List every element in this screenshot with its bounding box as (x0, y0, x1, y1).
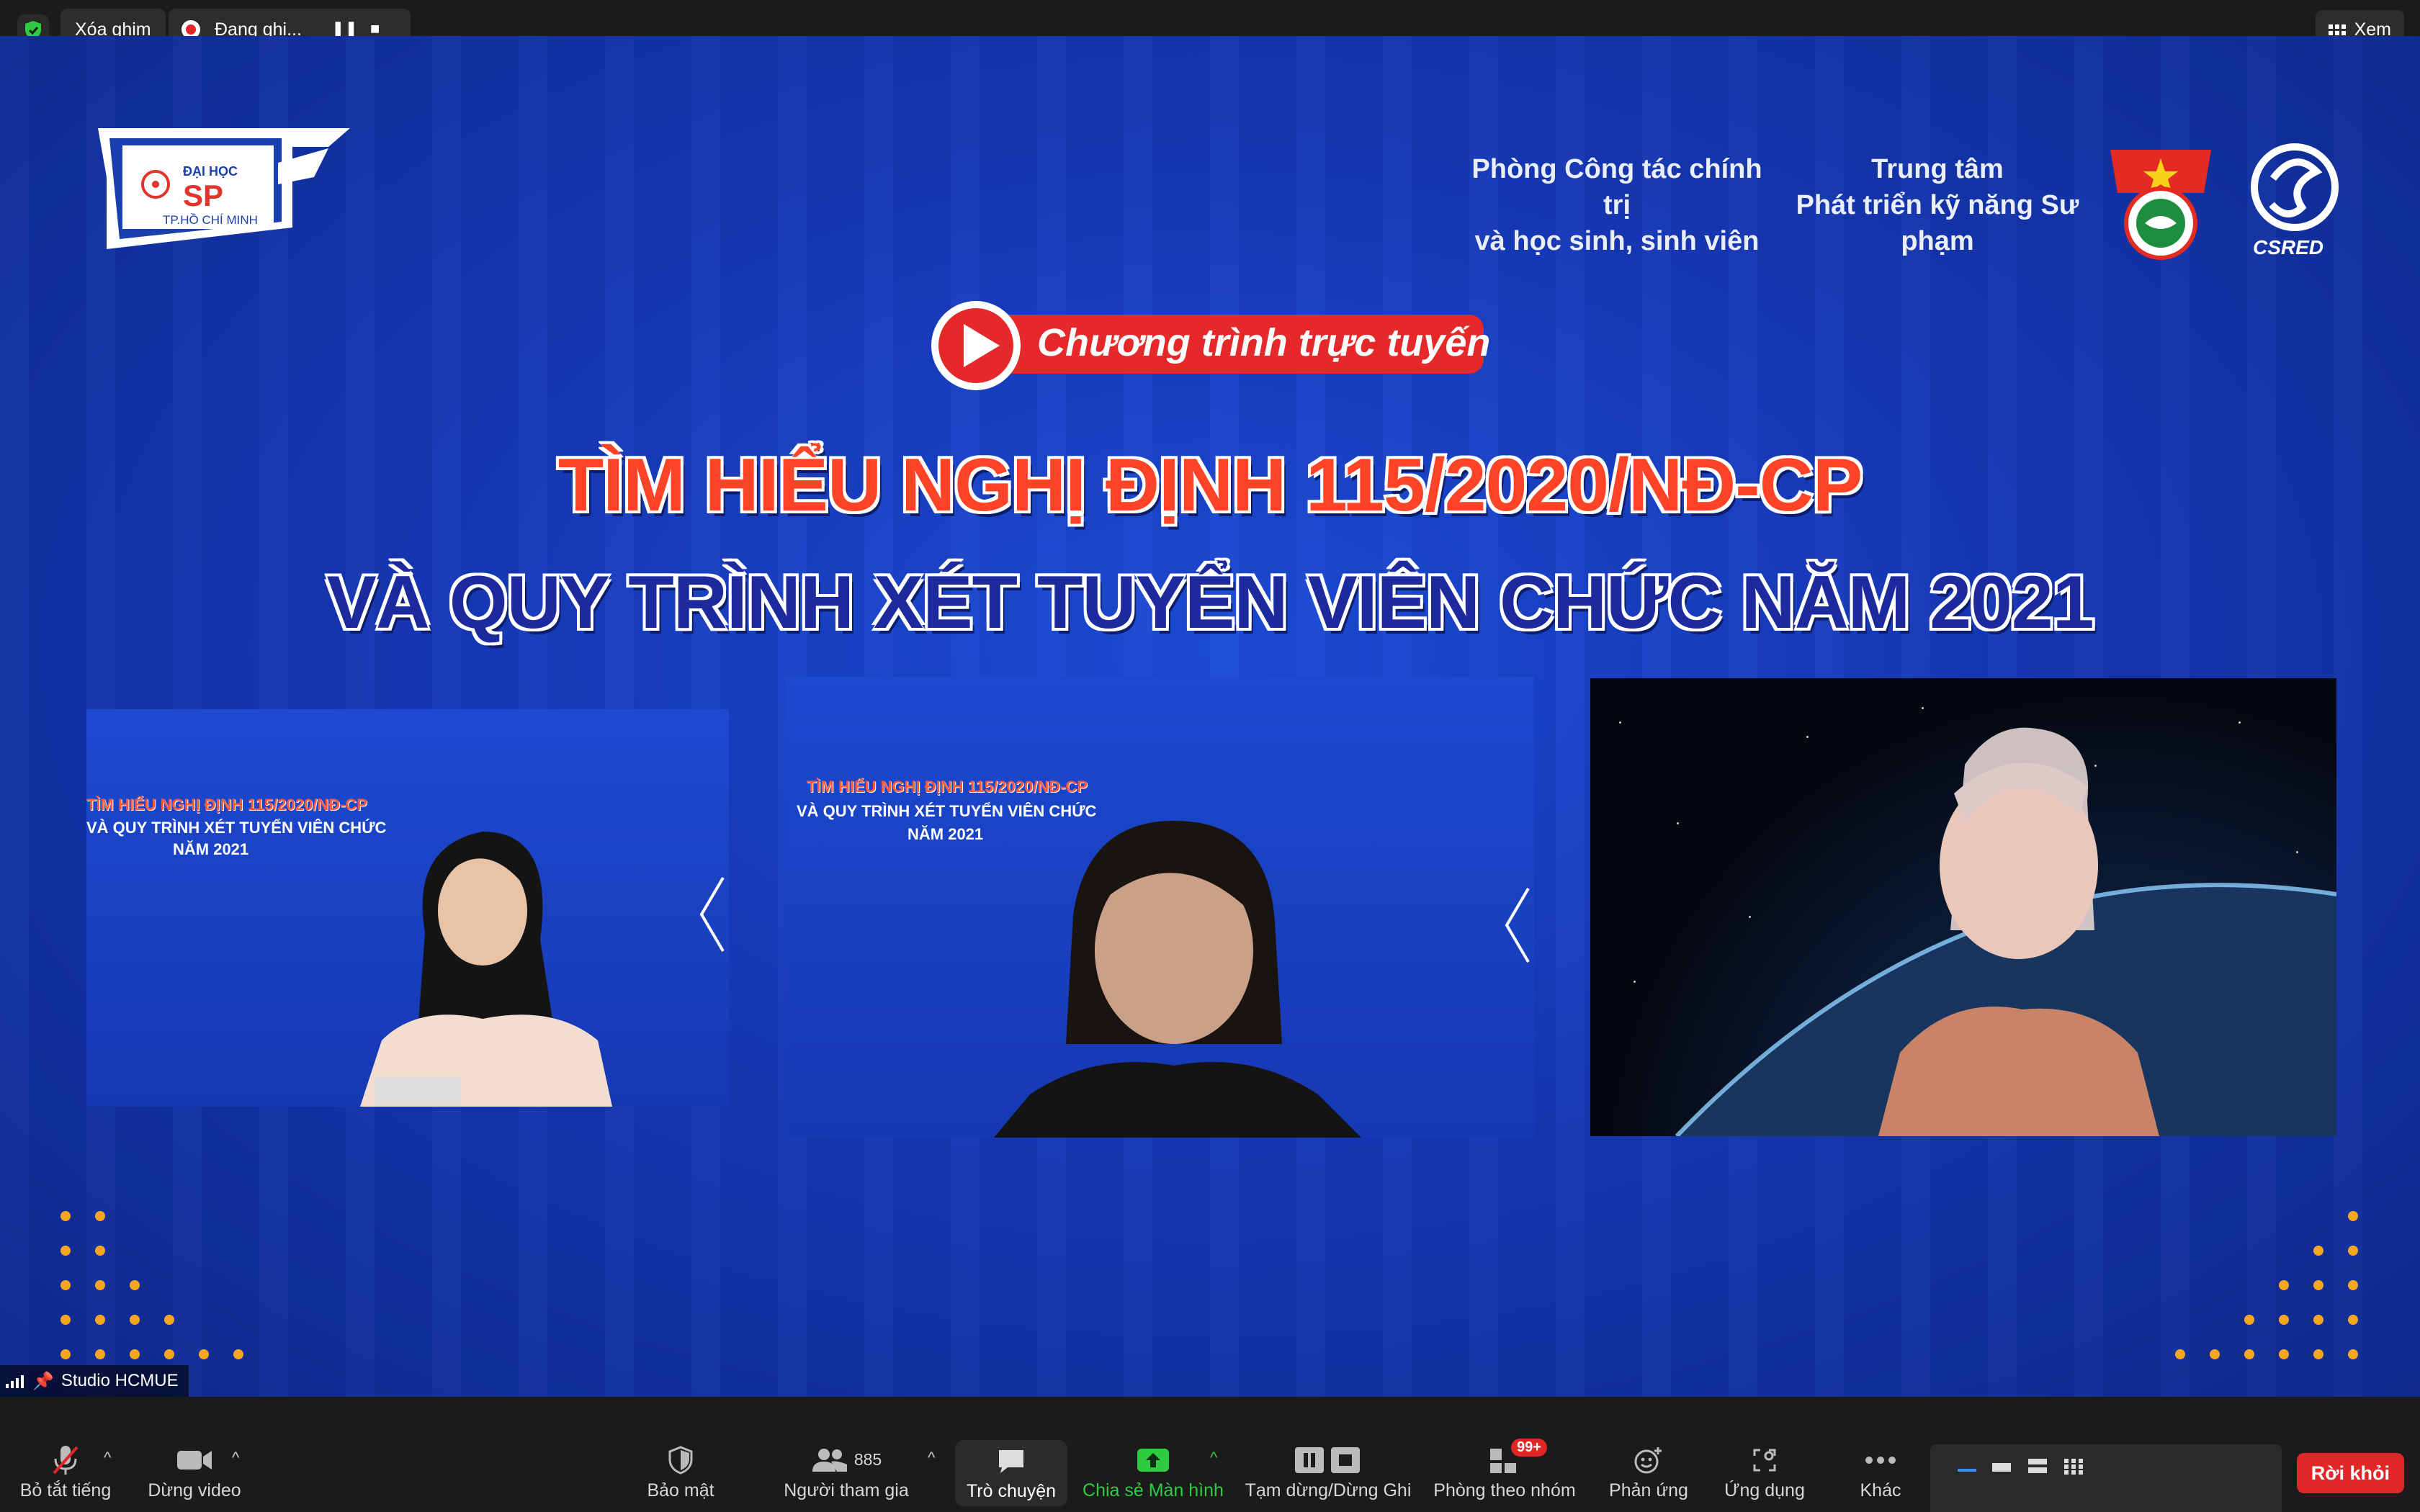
tile2-mini-title-1: TÌM HIỂU NGHỊ ĐỊNH 115/2020/NĐ-CP (807, 778, 1088, 796)
participant-video-tile-3[interactable] (1590, 678, 2336, 1136)
participant-name: Studio HCMUE (60, 1371, 179, 1390)
decorative-dots-right (2175, 1211, 2358, 1359)
center-line-2: Phát triển kỹ năng Sư phạm (1796, 190, 2079, 256)
org-line-2: và học sinh, sinh viên (1474, 226, 1760, 256)
org-department: Phòng Công tác chính trị và học sinh, si… (1455, 151, 1779, 259)
unmute-label: Bỏ tắt tiếng (19, 1480, 112, 1500)
reactions-smiley-icon (1634, 1444, 1664, 1476)
security-shield-icon (668, 1444, 694, 1476)
stop-video-label: Dừng video (148, 1480, 241, 1500)
headline-line-2: VÀ QUY TRÌNH XÉT TUYỂN VIÊN CHỨC NĂM 202… (326, 561, 2094, 644)
breakout-rooms-button[interactable]: Phòng theo nhóm (1429, 1433, 1580, 1512)
pause-stop-recording-icon (1294, 1444, 1363, 1476)
shared-video-stage: ĐẠI HỌC SP TP.HỒ CHÍ MINH Phòng Công tác… (0, 36, 2420, 1397)
share-screen-label: Chia sẻ Màn hình (1083, 1480, 1224, 1500)
video-camera-icon (176, 1444, 213, 1476)
tile2-mini-title-3: NĂM 2021 (908, 825, 984, 843)
thumbnail-view-icon[interactable] (1991, 1457, 2012, 1475)
share-screen-icon (1136, 1444, 1170, 1476)
participants-label: Người tham gia (784, 1480, 909, 1500)
leave-label: Rời khỏi (2311, 1462, 2390, 1484)
pause-stop-recording-button[interactable]: Tạm dừng/Dừng Ghi (1243, 1433, 1413, 1512)
stop-video-button[interactable]: Dừng video (137, 1433, 252, 1512)
meeting-toolbar: Bỏ tắt tiếng ^ Dừng video ^ Bảo mật 885 … (0, 1433, 2420, 1512)
org-line-1: Phòng Công tác chính trị (1471, 154, 1762, 220)
more-button[interactable]: Khác (1834, 1433, 1927, 1512)
breakout-badge: 99+ (1511, 1439, 1547, 1457)
tile3-earth-background (1675, 727, 2336, 1136)
top-bar: Xóa ghim Đang ghi... ❚❚ ■ Xem (0, 0, 2420, 50)
apps-button[interactable]: Ứng dụng (1714, 1433, 1815, 1512)
tile2-arrow-icon (1505, 887, 1530, 963)
tile1-arrow-icon (699, 876, 725, 953)
participants-button[interactable]: 885 Người tham gia (778, 1433, 915, 1512)
signal-strength-icon (6, 1374, 24, 1388)
logo-bottom-text: TP.HỒ CHÍ MINH (163, 213, 258, 227)
headline-line-1: TÌM HIỂU NGHỊ ĐỊNH 115/2020/NĐ-CP (557, 444, 1863, 527)
audio-options-caret-icon[interactable]: ^ (104, 1449, 111, 1467)
chat-bubble-icon (996, 1445, 1026, 1477)
security-button[interactable]: Bảo mật (627, 1433, 735, 1512)
tile1-mini-title-3: NĂM 2021 (173, 840, 249, 858)
pause-stop-recording-label: Tạm dừng/Dừng Ghi (1245, 1480, 1412, 1500)
tile1-speaker-figure (360, 832, 612, 1107)
university-logo: ĐẠI HỌC SP TP.HỒ CHÍ MINH (98, 120, 350, 275)
unmute-button[interactable]: Bỏ tắt tiếng (12, 1433, 120, 1512)
participant-name-label: 📌 Studio HCMUE (0, 1365, 189, 1397)
participants-caret-icon[interactable]: ^ (928, 1449, 935, 1467)
tile2-speaker-figure (994, 821, 1361, 1138)
reactions-label: Phản ứng (1609, 1480, 1688, 1500)
view-grid-icon (2328, 24, 2346, 35)
center-line-1: Trung tâm (1871, 154, 2004, 184)
apps-icon (1750, 1444, 1779, 1476)
tile1-mini-title-2: VÀ QUY TRÌNH XÉT TUYỂN VIÊN CHỨC (86, 819, 387, 837)
org-center: Trung tâm Phát triển kỹ năng Sư phạm (1772, 151, 2103, 259)
logo-top-text: ĐẠI HỌC (183, 164, 238, 179)
chat-label: Trò chuyện (966, 1480, 1057, 1501)
youth-union-emblem-icon (2103, 143, 2218, 265)
more-dots-icon (1865, 1444, 1896, 1476)
participants-icon: 885 (811, 1444, 882, 1476)
stacked-view-icon[interactable] (2027, 1457, 2048, 1475)
leave-button[interactable]: Rời khỏi (2296, 1453, 2404, 1493)
video-layout-panel (1930, 1444, 2282, 1512)
gallery-view-icon[interactable] (2063, 1457, 2084, 1475)
logo-mid-text: SP (183, 179, 224, 212)
apps-label: Ứng dụng (1724, 1480, 1805, 1500)
participants-count: 885 (853, 1450, 882, 1469)
share-screen-button[interactable]: Chia sẻ Màn hình (1077, 1433, 1229, 1512)
video-options-caret-icon[interactable]: ^ (232, 1449, 239, 1467)
participant-video-tile-2[interactable]: TÌM HIỂU NGHỊ ĐỊNH 115/2020/NĐ-CP VÀ QUY… (785, 677, 1534, 1138)
pin-icon: 📌 (32, 1371, 54, 1391)
participant-video-tile-1[interactable]: TÌM HIỂU NGHỊ ĐỊNH 115/2020/NĐ-CP VÀ QUY… (86, 709, 729, 1107)
share-options-caret-icon[interactable]: ^ (1210, 1449, 1217, 1467)
more-label: Khác (1860, 1480, 1901, 1500)
muted-mic-icon (51, 1444, 80, 1476)
chat-button[interactable]: Trò chuyện (955, 1440, 1067, 1506)
online-program-label: Chương trình trực tuyến (1037, 321, 1491, 364)
decorative-dots-left (60, 1211, 243, 1359)
speaker-view-icon[interactable] (1956, 1457, 1978, 1475)
csred-text: CSRED (2253, 236, 2324, 258)
reactions-button[interactable]: Phản ứng (1596, 1433, 1701, 1512)
tile1-mini-title-1: TÌM HIỂU NGHỊ ĐỊNH 115/2020/NĐ-CP (86, 796, 367, 814)
breakout-rooms-label: Phòng theo nhóm (1433, 1480, 1576, 1500)
security-label: Bảo mật (647, 1480, 714, 1500)
csred-logo: CSRED (2244, 143, 2345, 265)
